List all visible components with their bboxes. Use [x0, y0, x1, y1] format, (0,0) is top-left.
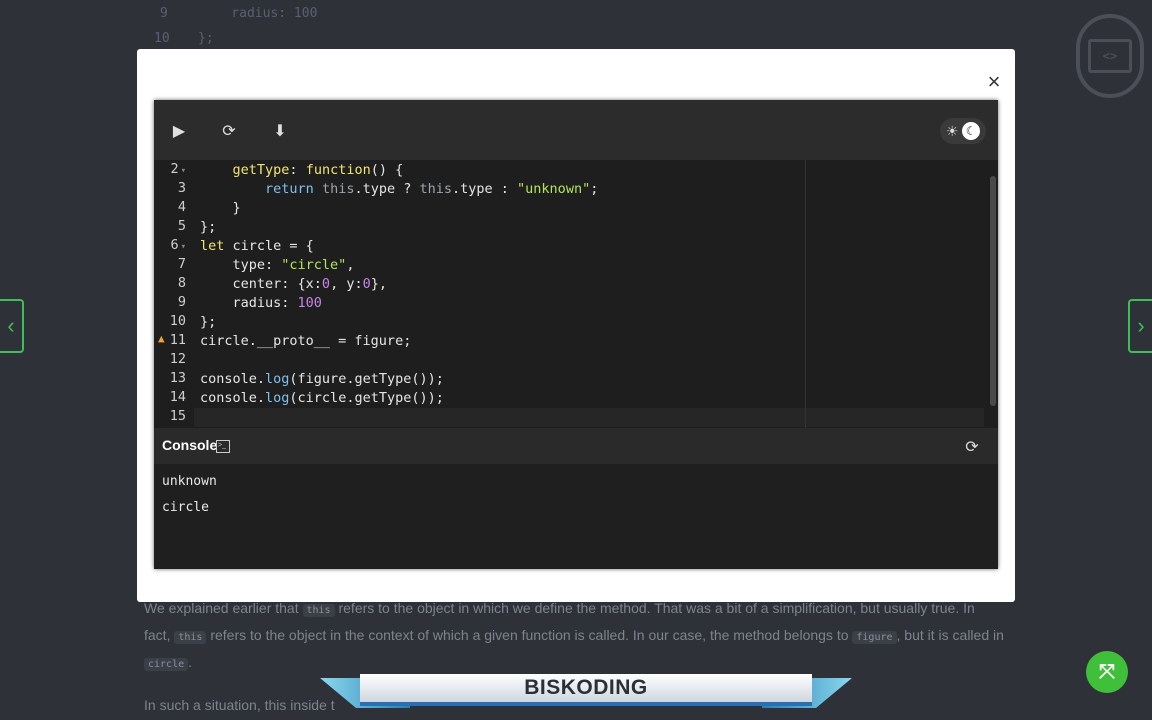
line-number: 4: [177, 199, 186, 215]
reset-button[interactable]: ⟳: [216, 118, 242, 144]
console-title: Console: [162, 437, 218, 453]
line-number: 2 ▾: [170, 161, 186, 177]
line-number: 14: [169, 389, 186, 405]
play-icon: ▶: [172, 123, 186, 140]
code-line: radius: 100: [200, 295, 322, 311]
collapse-button[interactable]: ⤧: [1086, 651, 1128, 693]
line-number: 13: [169, 370, 186, 386]
editor-scrollbar[interactable]: [990, 176, 996, 406]
prev-page-button[interactable]: ‹: [0, 299, 24, 353]
code-line: let circle = {: [200, 238, 314, 254]
collapse-icon: ⤧: [1099, 660, 1115, 683]
code-line: }: [200, 200, 241, 216]
line-number: 10: [169, 313, 186, 329]
article-paragraph: We explained earlier that this refers to…: [144, 600, 1004, 671]
code-editor[interactable]: 2 ▾ 3 4 5 6 ▾ 7 8 9 10 ▲ 11 12 13 14 15 ge…: [154, 160, 998, 428]
bg-line-text: };: [198, 31, 214, 46]
line-number: 8: [177, 275, 186, 291]
code-badge[interactable]: <>: [1076, 14, 1144, 98]
console-line: unknown: [162, 474, 217, 489]
code-playground-modal: × ▶ ⟳ ⬇ ☀ ☾ 2 ▾ 3 4 5 6 ▾ 7 8 9 10 ▲ 11 …: [137, 49, 1015, 602]
code-line: console.log(circle.getType());: [200, 390, 444, 406]
code-window-icon: <>: [1088, 39, 1132, 73]
code-line: circle.__proto__ = figure;: [200, 333, 412, 349]
code-line: return this.type ? this.type : "unknown"…: [265, 181, 599, 197]
code-line: };: [200, 314, 217, 330]
close-icon: ×: [987, 69, 1001, 94]
editor-toolbar: ▶ ⟳ ⬇ ☀ ☾: [154, 100, 998, 160]
console-header: Console >_ ⟳: [154, 428, 998, 464]
code-line: type: "circle",: [200, 257, 355, 273]
line-number: 11: [169, 332, 186, 348]
refresh-icon: ⟳: [222, 123, 236, 140]
bg-line-text: radius: 100: [200, 6, 318, 21]
line-number: 3: [177, 180, 186, 196]
code-playground: ▶ ⟳ ⬇ ☀ ☾ 2 ▾ 3 4 5 6 ▾ 7 8 9 10 ▲ 11 12…: [154, 100, 998, 569]
console-line: circle: [162, 500, 209, 515]
refresh-icon: ⟳: [965, 439, 979, 456]
theme-toggle[interactable]: ☀ ☾: [940, 118, 986, 144]
brand-name: BISKODING: [524, 676, 648, 699]
next-page-button[interactable]: ›: [1128, 299, 1152, 353]
line-number: 6 ▾: [170, 237, 186, 253]
code-line: center: {x:0, y:0},: [200, 276, 387, 292]
fold-arrow-icon: ▾: [180, 242, 186, 252]
download-button[interactable]: ⬇: [267, 118, 293, 144]
line-number: 5: [177, 218, 186, 234]
code-line: getType: function() {: [232, 162, 404, 178]
terminal-icon: >_: [216, 440, 230, 453]
brand-plate: BISKODING: [360, 674, 812, 706]
code-line: console.log(figure.getType());: [200, 371, 444, 387]
moon-icon: ☾: [962, 122, 981, 140]
code-line: };: [200, 219, 217, 235]
chevron-left-icon: ‹: [7, 313, 15, 338]
console-output: unknown circle: [154, 464, 998, 569]
fold-arrow-icon: ▾: [180, 166, 186, 176]
clear-console-button[interactable]: ⟳: [960, 436, 984, 458]
line-number: 9: [177, 294, 186, 310]
download-icon: ⬇: [273, 123, 287, 140]
line-number-gutter: 2 ▾ 3 4 5 6 ▾ 7 8 9 10 ▲ 11 12 13 14 15: [154, 160, 194, 428]
sun-icon: ☀: [945, 122, 959, 139]
run-button[interactable]: ▶: [166, 118, 192, 144]
close-button[interactable]: ×: [981, 69, 1007, 95]
line-number: 7: [177, 256, 186, 272]
brand-banner: BISKODING: [320, 674, 852, 712]
line-number: 12: [169, 351, 186, 367]
code-lines: getType: function() { return this.type ?…: [200, 160, 980, 428]
background-code: 9 radius: 100 10 };: [140, 0, 1000, 52]
bg-line-number: 10: [154, 31, 170, 46]
line-number: 15: [169, 408, 186, 424]
chevron-right-icon: ›: [1137, 313, 1145, 338]
bg-line-number: 9: [160, 6, 168, 21]
